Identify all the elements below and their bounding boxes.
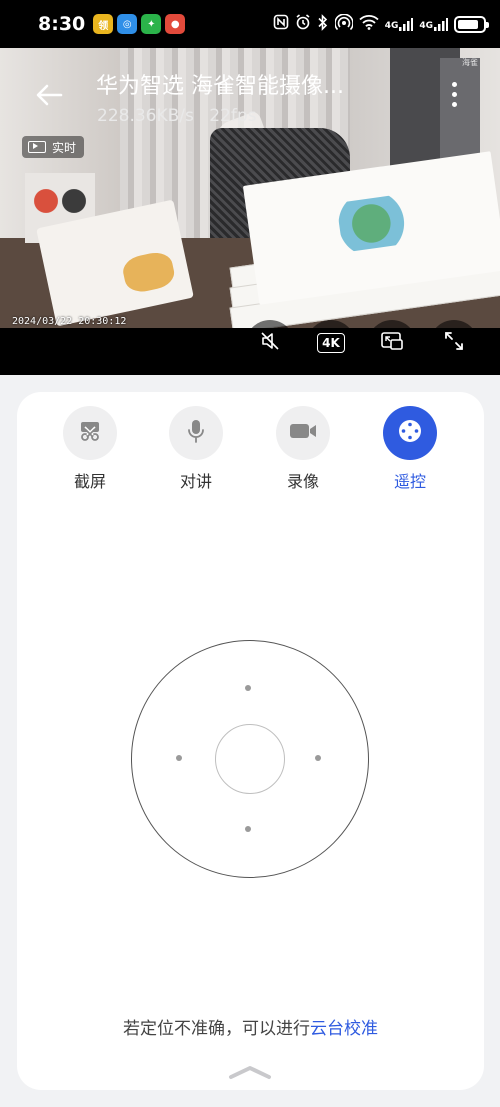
calibration-hint: 若定位不准确，可以进行云台校准 [17, 1014, 484, 1039]
quality-button[interactable]: 4K [307, 320, 355, 366]
chevron-up-icon[interactable] [227, 1062, 273, 1082]
fullscreen-icon [443, 330, 465, 356]
pan-up-dot[interactable] [245, 685, 251, 691]
pan-right-dot[interactable] [315, 755, 321, 761]
status-bar: 8:30 领 ◎ ✦ ● 4G 4G [0, 0, 500, 48]
bluetooth-icon [317, 13, 329, 35]
microphone-icon [185, 418, 207, 448]
remote-control-label: 遥控 [393, 472, 426, 491]
device-title: 华为智选 海雀智能摄像... [96, 74, 344, 99]
wechat-icon: ✦ [141, 14, 162, 34]
talk-label: 对讲 [179, 472, 212, 491]
live-badge: 实时 [22, 136, 85, 158]
stream-stats: 228.36KB/s 22fps [97, 106, 257, 126]
notification-icons: 领 ◎ ✦ ● [93, 14, 186, 34]
talk-button[interactable]: 对讲 [161, 406, 231, 492]
picture-in-picture-icon [380, 330, 404, 356]
video-player[interactable]: 8:30 领 ◎ ✦ ● 4G 4G 华为智选 海雀智能摄像... 228.36… [0, 0, 500, 375]
status-time: 8:30 [38, 13, 86, 35]
record-button[interactable]: 录像 [268, 406, 338, 492]
mute-button[interactable] [246, 320, 294, 366]
more-options-icon[interactable] [449, 82, 459, 122]
ptz-calibration-link[interactable]: 云台校准 [310, 1019, 378, 1039]
live-label: 实时 [52, 140, 77, 155]
scissors-icon [78, 420, 102, 446]
joystick-center[interactable] [215, 724, 285, 794]
video-camera-icon [288, 421, 318, 445]
nfc-icon [273, 14, 289, 34]
speaker-muted-icon [259, 330, 281, 356]
coupon-app-icon: 领 [93, 14, 114, 34]
video-camera-icon [28, 141, 46, 153]
pan-left-dot[interactable] [176, 755, 182, 761]
signal-sim2-icon: 4G [419, 17, 448, 31]
brand-watermark: 海雀 [462, 58, 478, 67]
alarm-icon [295, 14, 311, 34]
record-label: 录像 [286, 472, 319, 491]
signal-sim1-icon: 4G [385, 17, 414, 31]
video-timestamp: 2024/03/22 20:30:12 [12, 316, 127, 327]
back-arrow-icon[interactable] [34, 80, 64, 110]
ptz-joystick[interactable] [131, 640, 369, 878]
remote-control-button[interactable]: 遥控 [375, 406, 445, 492]
joystick-icon [396, 417, 424, 449]
calibration-hint-text: 若定位不准确，可以进行 [123, 1019, 310, 1039]
pip-button[interactable] [368, 320, 416, 366]
screenshot-label: 截屏 [73, 472, 106, 491]
hotspot-icon [333, 13, 354, 34]
control-panel: 截屏 对讲 录像 遥控 若定位不准确，可以进行云台校准 [17, 392, 484, 1090]
tool-bar: 截屏 对讲 录像 遥控 [17, 406, 484, 496]
quality-4k-icon: 4K [317, 333, 345, 353]
game-app-icon: ● [165, 14, 186, 34]
pan-down-dot[interactable] [245, 826, 251, 832]
browser-app-icon: ◎ [117, 14, 138, 34]
fullscreen-button[interactable] [430, 320, 478, 366]
battery-icon [454, 15, 489, 33]
wifi-icon [359, 14, 379, 34]
screenshot-button[interactable]: 截屏 [55, 406, 125, 492]
